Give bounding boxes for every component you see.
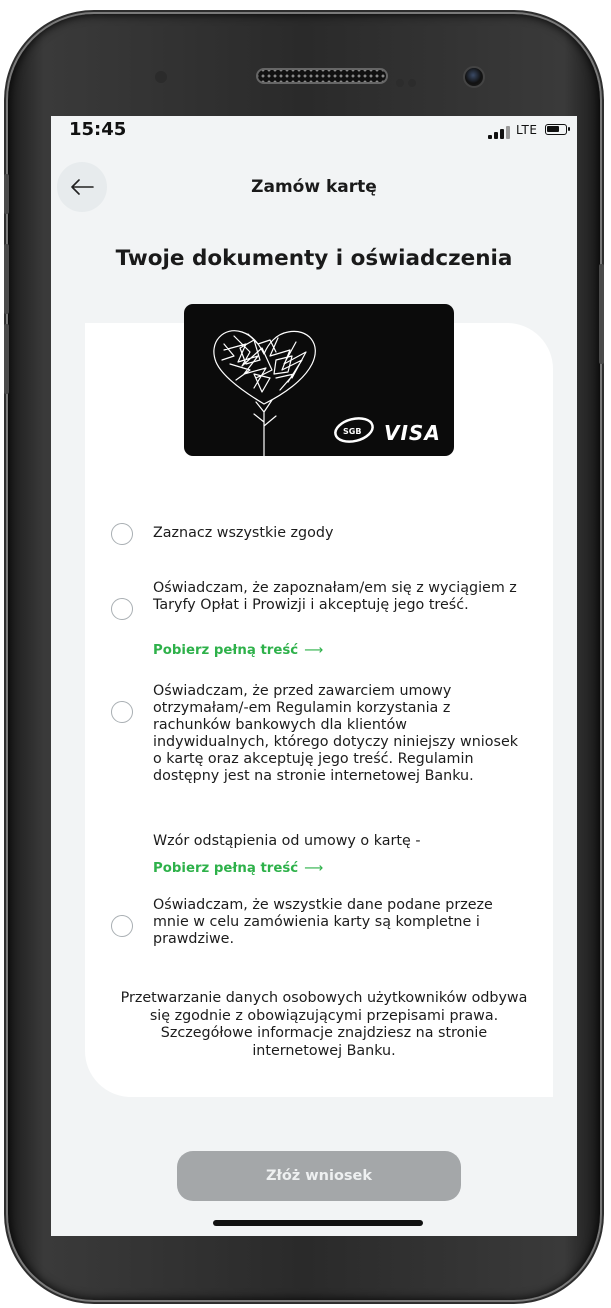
submit-button[interactable]: Złóż wniosek [177, 1151, 461, 1201]
download-withdrawal-link[interactable]: Pobierz pełną treść ⟶ [153, 861, 323, 876]
withdrawal-form-text: Wzór odstąpienia od umowy o kartę - [153, 833, 421, 849]
phone-frame: 15:45 LTE Zamów kartę Twoje dokumenty i … [4, 14, 604, 1300]
select-all-label: Zaznacz wszystkie zgody [153, 525, 334, 541]
arrow-right-icon: ⟶ [304, 643, 324, 658]
volume-up-button [4, 244, 9, 314]
consent-tariff-label: Oświadczam, że zapoznałam/em się z wycią… [153, 580, 517, 613]
status-bar: 15:45 LTE [51, 116, 577, 146]
arrow-right-icon: ⟶ [304, 861, 324, 876]
consent-tariff[interactable]: Oświadczam, że zapoznałam/em się z wycią… [111, 580, 551, 636]
home-indicator [213, 1220, 423, 1226]
consent-data-accuracy[interactable]: Oświadczam, że wszystkie dane podane prz… [111, 897, 551, 953]
consent-data-label: Oświadczam, że wszystkie dane podane prz… [153, 897, 493, 947]
proximity-sensor [155, 71, 167, 83]
battery-icon [545, 124, 570, 135]
volume-down-button [4, 324, 9, 394]
consent-data-checkbox[interactable] [111, 915, 133, 937]
download-tariff-link[interactable]: Pobierz pełną treść ⟶ [153, 643, 323, 658]
earpiece-speaker [256, 68, 388, 84]
app-screen: 15:45 LTE Zamów kartę Twoje dokumenty i … [51, 116, 577, 1236]
consent-select-all[interactable]: Zaznacz wszystkie zgody [111, 522, 551, 546]
page-title: Twoje dokumenty i oświadczenia [115, 246, 513, 271]
select-all-checkbox[interactable] [111, 523, 133, 545]
front-camera-icon [463, 66, 485, 88]
privacy-info-text: Przetwarzanie danych osobowych użytkowni… [120, 990, 528, 1059]
power-button [599, 264, 604, 364]
nav-title: Zamów kartę [251, 177, 377, 197]
card-logo-text: SGB [343, 427, 361, 436]
sensor-dots [396, 72, 426, 87]
signal-icon [488, 125, 512, 139]
card-image: SGB VISA [184, 304, 454, 456]
network-label: LTE [516, 123, 538, 137]
consent-regulations[interactable]: Oświadczam, że przed zawarciem umowy otr… [111, 683, 551, 803]
status-time: 15:45 [69, 119, 127, 140]
consent-regulations-label: Oświadczam, że przed zawarciem umowy otr… [153, 683, 519, 784]
mute-switch [4, 174, 9, 214]
visa-logo: VISA [384, 421, 441, 445]
consent-tariff-checkbox[interactable] [111, 598, 133, 620]
consent-regulations-checkbox[interactable] [111, 701, 133, 723]
